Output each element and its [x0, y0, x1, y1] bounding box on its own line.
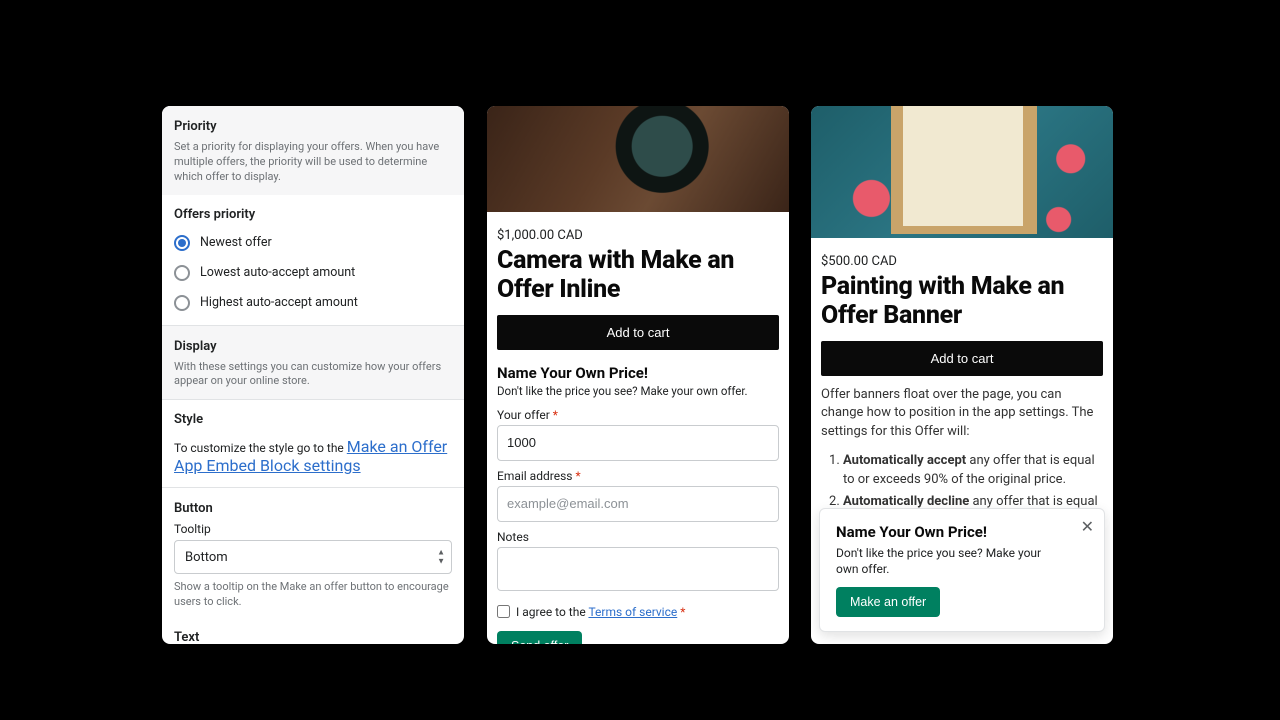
agree-row[interactable]: I agree to the Terms of service *	[497, 605, 779, 619]
radio-newest-offer[interactable]: Newest offer	[162, 228, 464, 258]
radio-icon	[174, 265, 190, 281]
text-section-title: Text	[162, 618, 464, 644]
tos-link[interactable]: Terms of service	[588, 605, 677, 619]
notes-input[interactable]	[497, 547, 779, 591]
tooltip-label: Tooltip	[174, 522, 452, 536]
email-label: Email address *	[497, 469, 779, 483]
banner-heading: Name Your Own Price!	[836, 523, 1088, 541]
product-price: $1,000.00 CAD	[497, 228, 779, 243]
radio-lowest-auto-accept[interactable]: Lowest auto-accept amount	[162, 258, 464, 288]
radio-icon	[174, 295, 190, 311]
tooltip-help: Show a tooltip on the Make an offer butt…	[174, 580, 452, 610]
product-inline-panel: $1,000.00 CAD Camera with Make an Offer …	[487, 106, 789, 644]
product-price: $500.00 CAD	[821, 254, 1103, 269]
product-image-camera	[487, 106, 789, 212]
radio-icon-selected	[174, 235, 190, 251]
radio-label: Highest auto-accept amount	[200, 295, 358, 310]
style-title: Style	[174, 412, 452, 427]
style-lead: To customize the style go to the	[174, 441, 347, 455]
product-image-painting	[811, 106, 1113, 238]
product-title: Painting with Make an Offer Banner	[821, 273, 1103, 331]
radio-label: Newest offer	[200, 235, 272, 250]
offer-subheading: Don't like the price you see? Make your …	[497, 384, 779, 398]
offer-banner-popup: ✕ Name Your Own Price! Don't like the pr…	[819, 508, 1105, 632]
banner-description: Offer banners float over the page, you c…	[821, 386, 1103, 443]
offer-heading: Name Your Own Price!	[497, 364, 779, 382]
agree-checkbox[interactable]	[497, 605, 510, 618]
tooltip-select-value: Bottom	[185, 550, 228, 565]
product-title: Camera with Make an Offer Inline	[497, 247, 779, 305]
agree-lead: I agree to the	[516, 605, 588, 619]
add-to-cart-button[interactable]: Add to cart	[497, 315, 779, 350]
your-offer-label: Your offer *	[497, 408, 779, 422]
button-title: Button	[174, 501, 452, 516]
offers-priority-subtitle: Offers priority	[162, 195, 464, 228]
rule-accept: Automatically accept any offer that is e…	[843, 452, 1103, 490]
priority-title: Priority	[174, 119, 452, 134]
select-stepper-icon: ▲▼	[437, 549, 445, 566]
display-desc: With these settings you can customize ho…	[174, 360, 452, 390]
product-banner-panel: $500.00 CAD Painting with Make an Offer …	[811, 106, 1113, 644]
add-to-cart-button[interactable]: Add to cart	[821, 341, 1103, 376]
tooltip-select[interactable]: Bottom ▲▼	[174, 540, 452, 574]
email-input[interactable]	[497, 486, 779, 522]
radio-label: Lowest auto-accept amount	[200, 265, 355, 280]
close-icon[interactable]: ✕	[1081, 517, 1094, 537]
notes-label: Notes	[497, 530, 779, 544]
priority-desc: Set a priority for displaying your offer…	[174, 140, 452, 185]
radio-highest-auto-accept[interactable]: Highest auto-accept amount	[162, 288, 464, 325]
your-offer-input[interactable]	[497, 425, 779, 461]
display-title: Display	[174, 339, 452, 354]
make-an-offer-button[interactable]: Make an offer	[836, 587, 940, 617]
settings-panel: Priority Set a priority for displaying y…	[162, 106, 464, 644]
send-offer-button[interactable]: Send offer	[497, 631, 582, 645]
banner-sub: Don't like the price you see? Make your …	[836, 545, 1088, 577]
